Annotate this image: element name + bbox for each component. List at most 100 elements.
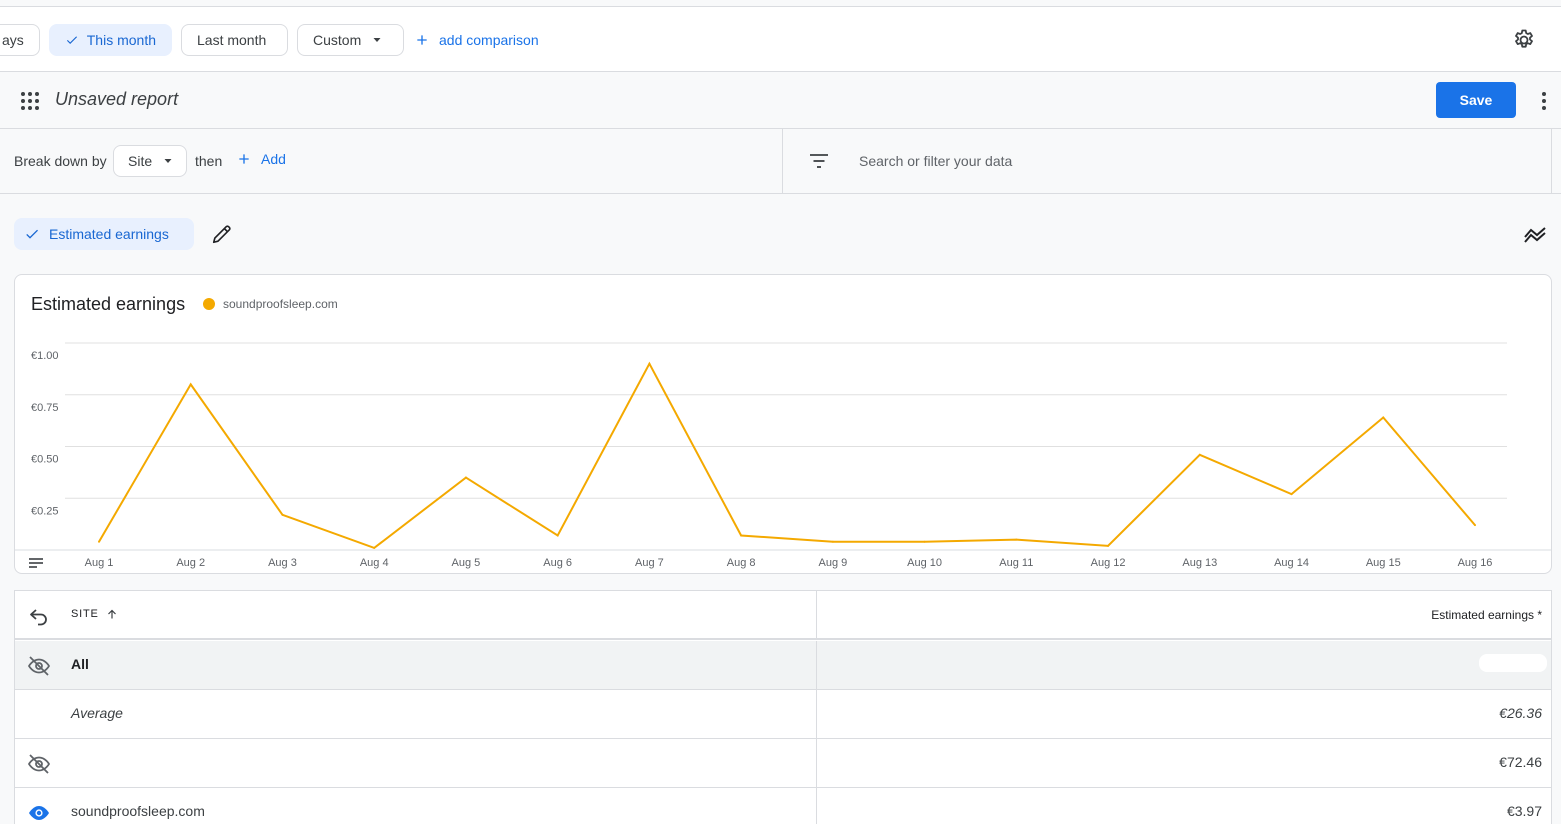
series-line <box>98 361 1476 550</box>
breakdown-bar: Break down by Site then Add Search or fi… <box>0 129 1561 194</box>
date-chip-label: This month <box>86 32 156 48</box>
column-divider <box>816 591 817 638</box>
data-point <box>189 383 192 386</box>
row-value: €26.36 <box>1499 705 1542 721</box>
row-value: €72.46 <box>1499 754 1542 770</box>
date-chip-custom[interactable]: Custom <box>297 24 404 56</box>
table-header-row: SITE Estimated earnings * <box>15 591 1551 640</box>
check-icon <box>26 229 38 239</box>
y-tick-label: €0.50 <box>31 454 59 466</box>
x-tick-label: Aug 11 <box>999 557 1033 569</box>
data-point <box>281 513 284 516</box>
breakdown-dimension-select[interactable]: Site <box>113 145 187 177</box>
x-tick-label: Aug 1 <box>85 557 114 569</box>
add-breakdown-label: Add <box>261 151 286 167</box>
metric-chip-label: Estimated earnings <box>49 226 169 242</box>
date-range-bar: ays This month Last month Custom add com… <box>0 6 1561 72</box>
breakdown-label: Break down by <box>14 153 107 169</box>
add-comparison-button[interactable]: add comparison <box>414 24 539 56</box>
data-point <box>923 540 926 543</box>
earnings-line-chart: €0.25 €0.50 €0.75 €1.00 Aug 1 Aug 2 Aug 3 Aug 4… <box>15 342 1551 569</box>
breakdown-dimension-value: Site <box>128 153 153 169</box>
data-point <box>556 534 559 537</box>
x-tick-label: Aug 14 <box>1274 557 1309 569</box>
x-tick-label: Aug 2 <box>176 557 205 569</box>
y-tick-label: €1.00 <box>31 350 59 362</box>
arrow-up-icon <box>107 609 116 619</box>
site-column-header[interactable]: SITE <box>71 608 118 620</box>
date-chip-last-days[interactable]: ays <box>0 24 40 56</box>
row-label: Average <box>71 705 123 721</box>
search-filter-input[interactable]: Search or filter your data <box>859 153 1012 169</box>
plus-icon <box>239 154 249 164</box>
x-tick-label: Aug 8 <box>727 557 756 569</box>
x-tick-label: Aug 16 <box>1458 557 1493 569</box>
metric-column-header[interactable]: Estimated earnings * <box>1431 608 1542 622</box>
row-value-placeholder <box>1479 654 1547 672</box>
x-tick-label: Aug 12 <box>1091 557 1126 569</box>
apps-grid-icon[interactable] <box>20 91 40 111</box>
data-point <box>373 546 376 549</box>
undo-icon[interactable] <box>27 604 51 628</box>
check-icon <box>66 36 78 45</box>
date-chip-label: Last month <box>197 32 267 48</box>
data-point <box>740 534 743 537</box>
pencil-icon[interactable] <box>211 223 233 245</box>
divider <box>782 129 783 194</box>
plus-icon <box>417 35 427 45</box>
data-point <box>464 476 467 479</box>
report-title[interactable]: Unsaved report <box>55 89 178 110</box>
date-chip-label: Custom <box>313 32 362 48</box>
table-row-site[interactable]: soundproofsleep.com €3.97 <box>15 788 1551 824</box>
row-label: All <box>71 656 89 672</box>
column-divider <box>816 739 817 787</box>
x-tick-label: Aug 5 <box>452 557 481 569</box>
metric-chip-estimated-earnings[interactable]: Estimated earnings <box>14 218 194 250</box>
date-chip-this-month[interactable]: This month <box>49 24 172 56</box>
visibility-off-icon[interactable] <box>27 654 51 678</box>
save-button[interactable]: Save <box>1436 82 1516 118</box>
row-label: soundproofsleep.com <box>71 803 205 819</box>
caret-down-icon <box>164 159 172 163</box>
y-tick-label: €0.25 <box>31 505 59 517</box>
data-point <box>648 362 651 365</box>
more-vert-icon[interactable] <box>1534 89 1554 113</box>
caret-down-icon <box>373 38 381 42</box>
x-tick-label: Aug 3 <box>268 557 297 569</box>
y-tick-label: €0.75 <box>31 402 59 414</box>
table-row-average: Average €26.36 <box>15 690 1551 739</box>
filter-icon[interactable] <box>809 151 829 171</box>
visibility-off-icon[interactable] <box>27 752 51 776</box>
column-divider <box>816 641 817 689</box>
gear-icon[interactable] <box>1512 28 1536 52</box>
data-point <box>1382 416 1385 419</box>
table-row-all[interactable]: All <box>15 641 1551 690</box>
data-point <box>98 540 100 543</box>
x-tick-label: Aug 6 <box>543 557 572 569</box>
table-row[interactable]: €72.46 <box>15 739 1551 788</box>
then-label: then <box>195 153 223 169</box>
x-tick-label: Aug 9 <box>818 557 847 569</box>
data-point <box>1198 453 1201 456</box>
date-chip-last-month[interactable]: Last month <box>181 24 288 56</box>
add-comparison-label: add comparison <box>439 32 539 48</box>
chart-card: Estimated earnings soundproofsleep.com €… <box>14 274 1552 574</box>
site-column-label: SITE <box>71 608 99 620</box>
column-divider <box>816 788 817 824</box>
divider <box>1551 129 1552 194</box>
x-tick-label: Aug 13 <box>1182 557 1217 569</box>
data-point <box>1474 524 1476 527</box>
visibility-icon[interactable] <box>27 801 51 824</box>
x-tick-label: Aug 10 <box>907 557 942 569</box>
data-point <box>1107 544 1110 547</box>
x-tick-label: Aug 7 <box>635 557 664 569</box>
date-chip-label: ays <box>2 32 24 48</box>
data-point <box>1290 493 1293 496</box>
data-point <box>1015 538 1018 541</box>
chart-compare-icon[interactable] <box>1524 224 1546 244</box>
add-breakdown-button[interactable]: Add <box>236 151 286 167</box>
report-table: SITE Estimated earnings * All Average €2… <box>14 590 1552 824</box>
row-value: €3.97 <box>1506 803 1542 819</box>
x-tick-label: Aug 15 <box>1366 557 1401 569</box>
column-divider <box>816 690 817 738</box>
